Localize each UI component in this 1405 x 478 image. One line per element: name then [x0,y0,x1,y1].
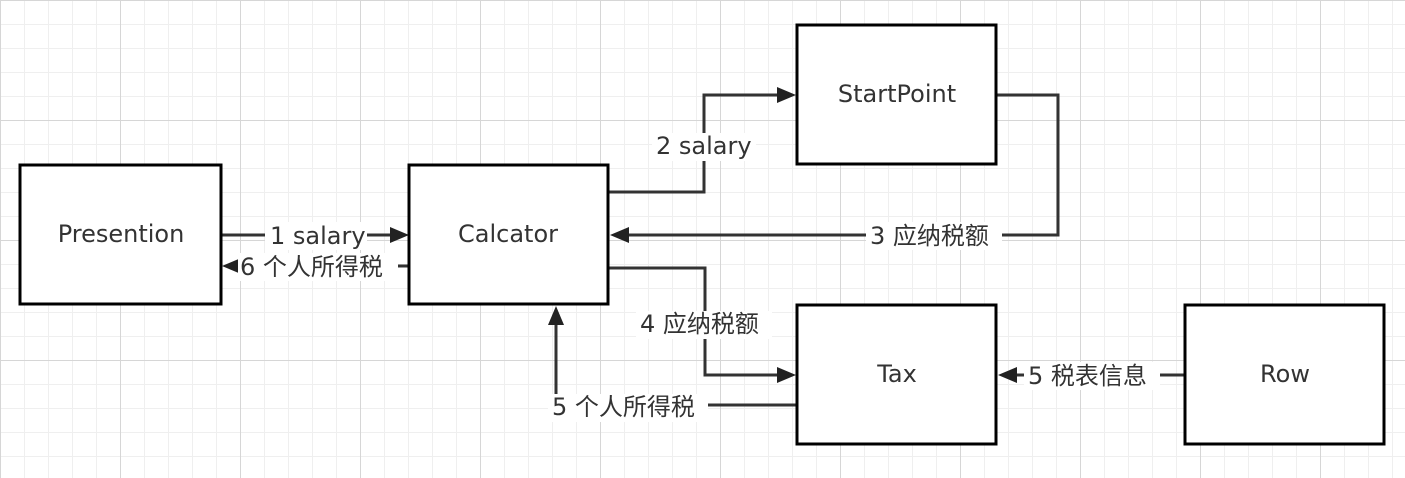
node-row[interactable]: Row [1183,303,1386,446]
arrowhead [777,87,796,103]
arrowhead [548,306,564,325]
node-presention[interactable]: Presention [18,163,223,306]
edge-label-6: 6 个人所得税 [240,253,383,281]
node-label: Presention [58,220,185,248]
edge-label-2: 2 salary [656,132,752,160]
edge-label-1: 1 salary [270,222,366,250]
arrowhead [610,227,629,243]
edge-label-5b: 5 税表信息 [1028,362,1147,390]
node-tax[interactable]: Tax [795,303,998,446]
edge-label-3: 3 应纳税额 [870,222,989,250]
edge-label-5a: 5 个人所得税 [552,393,695,421]
node-label: Calcator [458,220,558,248]
diagram-canvas: 1 salary 6 个人所得税 2 salary 3 应纳税额 4 应纳税额 … [18,23,1386,446]
node-calcator[interactable]: Calcator [407,163,610,306]
node-startpoint[interactable]: StartPoint [795,23,998,166]
arrowhead [998,367,1017,383]
node-label: Row [1260,360,1310,388]
edge-label-4: 4 应纳税额 [640,310,759,338]
arrowhead [390,227,409,243]
node-label: StartPoint [838,80,956,108]
node-label: Tax [876,360,917,388]
arrowhead [777,367,796,383]
